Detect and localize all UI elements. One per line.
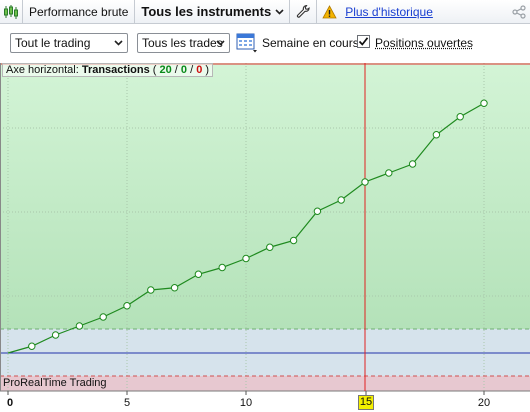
x-tick-label-highlighted: 15 xyxy=(358,395,374,410)
data-point[interactable] xyxy=(385,169,393,177)
data-point[interactable] xyxy=(194,270,203,278)
positions-checkbox[interactable] xyxy=(357,35,370,48)
filter-bar: Tout le trading Tous les trades Semaine … xyxy=(0,25,530,61)
brand-label: ProRealTime Trading xyxy=(3,377,107,389)
data-point[interactable] xyxy=(147,286,155,294)
x-tick-label: 5 xyxy=(123,397,131,409)
chevron-down-icon xyxy=(112,36,124,50)
data-point[interactable] xyxy=(313,207,322,215)
x-axis-band xyxy=(0,391,530,412)
positions-label[interactable]: Positions ouvertes xyxy=(375,36,473,50)
chevron-down-icon xyxy=(275,8,289,15)
count-sep: / xyxy=(187,64,197,76)
calendar-icon[interactable] xyxy=(236,31,258,53)
data-point[interactable] xyxy=(456,113,464,121)
trades-select[interactable]: Tous les trades xyxy=(137,33,230,53)
x-tick-label: 0 xyxy=(6,397,14,409)
equity-chart[interactable] xyxy=(0,63,530,412)
data-point[interactable] xyxy=(432,131,441,139)
data-point[interactable] xyxy=(99,313,107,321)
share-icon[interactable] xyxy=(508,0,530,24)
data-point[interactable] xyxy=(28,342,36,350)
week-label[interactable]: Semaine en cours xyxy=(262,36,359,50)
data-point[interactable] xyxy=(480,99,488,107)
x-tick-label: 10 xyxy=(239,397,253,409)
performance-button[interactable]: Performance brute xyxy=(23,5,134,19)
data-point[interactable] xyxy=(408,160,417,168)
trading-select-value: Tout le trading xyxy=(15,36,91,50)
candlestick-icon[interactable] xyxy=(0,0,22,24)
data-point[interactable] xyxy=(218,263,226,272)
data-point[interactable] xyxy=(51,331,60,339)
data-point[interactable] xyxy=(337,196,345,204)
instruments-dropdown[interactable]: Tous les instruments xyxy=(135,4,289,19)
data-point[interactable] xyxy=(170,284,179,292)
trading-select[interactable]: Tout le trading xyxy=(10,33,128,53)
data-point[interactable] xyxy=(75,322,84,330)
axis-info-label: Axe horizontal: Transactions ( 20 / 0 / … xyxy=(2,63,214,77)
count-close: ) xyxy=(202,64,210,76)
count-sep: / xyxy=(171,64,181,76)
toolbar: Performance brute Tous les instruments P… xyxy=(0,0,530,24)
trades-select-value: Tous les trades xyxy=(142,36,223,50)
count-total: 20 xyxy=(159,64,172,76)
data-point[interactable] xyxy=(266,243,274,251)
x-tick-label: 20 xyxy=(477,397,491,409)
axis-prefix: Axe horizontal: xyxy=(6,64,82,76)
data-point[interactable] xyxy=(361,178,369,186)
more-history-link[interactable]: Plus d'historique xyxy=(341,5,433,19)
data-point[interactable] xyxy=(289,236,298,245)
axis-name: Transactions xyxy=(81,64,150,76)
instruments-label: Tous les instruments xyxy=(141,4,272,19)
data-point[interactable] xyxy=(123,302,131,310)
warning-icon xyxy=(317,0,341,24)
positive-zone xyxy=(0,63,530,329)
data-point[interactable] xyxy=(242,254,250,263)
chevron-down-icon xyxy=(214,36,226,50)
wrench-icon[interactable] xyxy=(290,0,316,24)
